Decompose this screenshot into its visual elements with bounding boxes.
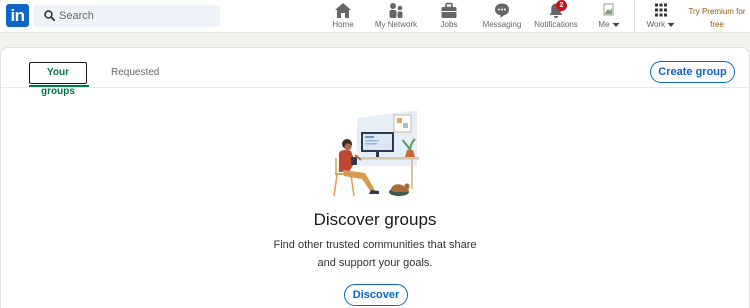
nav-messaging-label: Messaging bbox=[482, 20, 522, 29]
nav-divider bbox=[634, 0, 635, 33]
premium-line-2: free bbox=[710, 20, 724, 29]
nav-me-label: Me bbox=[598, 20, 610, 29]
search-input[interactable] bbox=[59, 5, 214, 27]
network-icon bbox=[389, 3, 403, 18]
discover-groups-illustration bbox=[333, 110, 419, 197]
nav-work[interactable]: Work bbox=[642, 2, 680, 32]
search-icon bbox=[44, 10, 55, 21]
discover-button[interactable]: Discover bbox=[344, 284, 408, 306]
home-icon bbox=[335, 3, 351, 18]
active-tab-indicator bbox=[29, 85, 89, 87]
briefcase-icon bbox=[441, 2, 457, 18]
nav-my-network-label: My Network bbox=[374, 20, 418, 29]
create-group-button[interactable]: Create group bbox=[650, 61, 735, 83]
notification-badge: 2 bbox=[556, 0, 567, 11]
empty-state-line-2: and support your goals. bbox=[317, 257, 433, 269]
chevron-down-icon bbox=[612, 22, 620, 27]
nav-home[interactable]: Home bbox=[326, 2, 360, 32]
grid-icon bbox=[655, 3, 667, 17]
nav-home-label: Home bbox=[332, 20, 354, 29]
empty-state-title: Discover groups bbox=[313, 210, 437, 229]
groups-card: Your groups Requested Create group Disco… bbox=[0, 47, 750, 308]
top-navigation: in Home My Network Jobs bbox=[0, 0, 750, 33]
nav-work-label: Work bbox=[646, 20, 666, 29]
empty-state-description: Find other trusted communities that shar… bbox=[1, 236, 749, 272]
try-premium-link[interactable]: Try Premium for free bbox=[684, 5, 750, 31]
groups-tabs: Your groups Requested Create group bbox=[1, 48, 750, 97]
nav-me[interactable]: Me bbox=[592, 2, 626, 32]
empty-state-line-1: Find other trusted communities that shar… bbox=[273, 239, 477, 251]
nav-jobs[interactable]: Jobs bbox=[432, 2, 466, 32]
tab-requested[interactable]: Requested bbox=[111, 67, 159, 78]
search-bar[interactable] bbox=[34, 5, 220, 27]
nav-jobs-label: Jobs bbox=[440, 20, 458, 29]
nav-messaging[interactable]: Messaging bbox=[478, 2, 526, 32]
chevron-down-icon bbox=[667, 22, 675, 27]
nav-my-network[interactable]: My Network bbox=[370, 2, 422, 32]
nav-notifications[interactable]: 2 Notifications bbox=[531, 0, 581, 32]
avatar bbox=[603, 3, 614, 16]
premium-line-1: Try Premium for bbox=[688, 7, 746, 16]
message-icon bbox=[495, 3, 509, 18]
tab-your-groups[interactable]: Your groups bbox=[29, 62, 87, 97]
nav-notifications-label: Notifications bbox=[534, 20, 578, 29]
linkedin-logo[interactable]: in bbox=[6, 4, 29, 27]
